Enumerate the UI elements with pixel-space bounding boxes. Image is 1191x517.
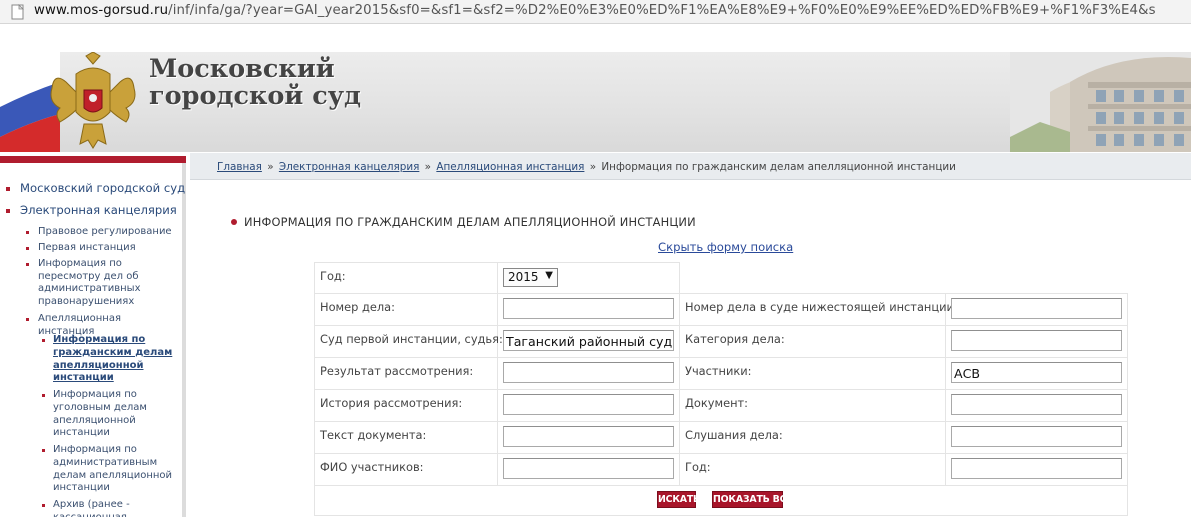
page-title: ИНФОРМАЦИЯ ПО ГРАЖДАНСКИМ ДЕЛАМ АПЕЛЛЯЦИ… bbox=[244, 215, 696, 229]
sidebar-subsubitem-administrative[interactable]: Информация по административным делам апе… bbox=[42, 444, 182, 495]
document-label: Документ: bbox=[685, 396, 749, 410]
search-button[interactable]: ИСКАТЬ bbox=[657, 491, 700, 508]
participants-fio-label: ФИО участников: bbox=[320, 460, 424, 474]
site-header: Московский городской суд bbox=[0, 52, 1191, 152]
sidebar-subitem-label: Информация по пересмотру дел об админист… bbox=[38, 258, 141, 307]
sidebar-subitem-admin-review[interactable]: Информация по пересмотру дел об админист… bbox=[26, 258, 176, 308]
document-text-input[interactable] bbox=[503, 426, 674, 447]
document-input[interactable] bbox=[951, 394, 1122, 415]
document-text-label: Текст документа: bbox=[320, 428, 427, 442]
form-cell bbox=[679, 453, 946, 486]
participants-input[interactable]: АСВ bbox=[951, 362, 1122, 383]
page-icon bbox=[11, 4, 24, 20]
sidebar-item-label: Московский городской суд bbox=[20, 181, 186, 195]
sidebar-subsubitem-label: Архив (ранее - кассационная bbox=[53, 499, 130, 517]
site-title-line1: Московский bbox=[149, 54, 335, 84]
year-select[interactable]: 2015 ▼ bbox=[503, 268, 558, 287]
first-instance-court-input[interactable]: Таганский районный суд bbox=[503, 330, 674, 351]
coat-of-arms-logo bbox=[50, 52, 136, 149]
hide-search-form-link[interactable]: Скрыть форму поиска bbox=[658, 240, 793, 254]
breadcrumb: Главная » Электронная канцелярия » Апелл… bbox=[217, 161, 956, 173]
show-all-button[interactable]: ПОКАЗАТЬ ВСЕ bbox=[712, 491, 793, 508]
sidebar-subsubitem-label: Информация по административным делам апе… bbox=[53, 444, 173, 494]
heading-bullet-icon bbox=[231, 219, 237, 225]
result-input[interactable] bbox=[503, 362, 674, 383]
sidebar-subsubitem-archive[interactable]: Архив (ранее - кассационная bbox=[42, 499, 182, 517]
breadcrumb-separator: » bbox=[589, 161, 597, 173]
sidebar-subitem-label: Первая инстанция bbox=[38, 242, 136, 253]
hearings-input[interactable] bbox=[951, 426, 1122, 447]
url-text[interactable]: www.mos-gorsud.ru/inf/infa/ga/?year=GAI_… bbox=[34, 3, 1156, 18]
sidebar-subsubitem-label: Информация по гражданским делам апелляци… bbox=[53, 334, 173, 384]
hearings-label: Слушания дела: bbox=[685, 428, 783, 442]
participants-fio-input[interactable] bbox=[503, 458, 674, 479]
breadcrumb-current: Информация по гражданским делам апелляци… bbox=[601, 161, 956, 173]
sidebar-subitem-legal[interactable]: Правовое регулирование bbox=[26, 226, 176, 239]
address-bar[interactable]: www.mos-gorsud.ru/inf/infa/ga/?year=GAI_… bbox=[0, 0, 1191, 24]
site-title[interactable]: Московский городской суд bbox=[149, 56, 361, 110]
breadcrumb-bar: Главная » Электронная канцелярия » Апелл… bbox=[190, 153, 1191, 180]
result-label: Результат рассмотрения: bbox=[320, 364, 474, 378]
search-form: Год: 2015 ▼ Номер дела: Номер дела в суд… bbox=[314, 262, 1128, 517]
case-category-input[interactable] bbox=[951, 330, 1122, 351]
year-select-value: 2015 bbox=[508, 270, 539, 284]
sidebar-subsubitem-civil[interactable]: Информация по гражданским делам апелляци… bbox=[42, 334, 182, 385]
breadcrumb-home-link[interactable]: Главная bbox=[217, 161, 262, 173]
year-label: Год: bbox=[320, 269, 346, 283]
url-path: /inf/infa/ga/?year=GAI_year2015&sf0=&sf1… bbox=[168, 3, 1156, 18]
history-input[interactable] bbox=[503, 394, 674, 415]
case-number-label: Номер дела: bbox=[320, 300, 395, 314]
breadcrumb-separator: » bbox=[267, 161, 274, 173]
court-building-image bbox=[1010, 52, 1191, 152]
lower-case-number-label: Номер дела в суде нижестоящей инстанции: bbox=[685, 300, 958, 314]
sidebar-subitem-first[interactable]: Первая инстанция bbox=[26, 242, 176, 255]
sidebar-subsubitem-label: Информация по уголовным делам апелляцион… bbox=[53, 389, 147, 439]
case-number-input[interactable] bbox=[503, 298, 674, 319]
participants-label: Участники: bbox=[685, 364, 752, 378]
sidebar-item-ecanc[interactable]: Электронная канцелярия bbox=[6, 203, 177, 217]
year-2-input[interactable] bbox=[951, 458, 1122, 479]
left-sidebar: Московский городской суд Электронная кан… bbox=[0, 163, 186, 517]
url-host: www.mos-gorsud.ru bbox=[34, 3, 169, 18]
case-category-label: Категория дела: bbox=[685, 332, 785, 346]
site-title-line2: городской суд bbox=[149, 81, 362, 111]
chevron-down-icon: ▼ bbox=[545, 270, 553, 281]
lower-case-number-input[interactable] bbox=[951, 298, 1122, 319]
sidebar-subitem-label: Правовое регулирование bbox=[38, 226, 172, 237]
breadcrumb-ecanc-link[interactable]: Электронная канцелярия bbox=[279, 161, 419, 173]
breadcrumb-appeal-link[interactable]: Апелляционная инстанция bbox=[436, 161, 584, 173]
first-instance-court-label: Суд первой инстанции, судья: bbox=[320, 332, 503, 346]
sidebar-accent-bar bbox=[0, 156, 186, 163]
sidebar-subsubitem-criminal[interactable]: Информация по уголовным делам апелляцион… bbox=[42, 389, 182, 440]
sidebar-item-label: Электронная канцелярия bbox=[20, 203, 177, 217]
history-label: История рассмотрения: bbox=[320, 396, 463, 410]
sidebar-item-mgs[interactable]: Московский городской суд bbox=[6, 181, 185, 195]
breadcrumb-separator: » bbox=[424, 161, 432, 173]
year-2-label: Год: bbox=[685, 460, 711, 474]
